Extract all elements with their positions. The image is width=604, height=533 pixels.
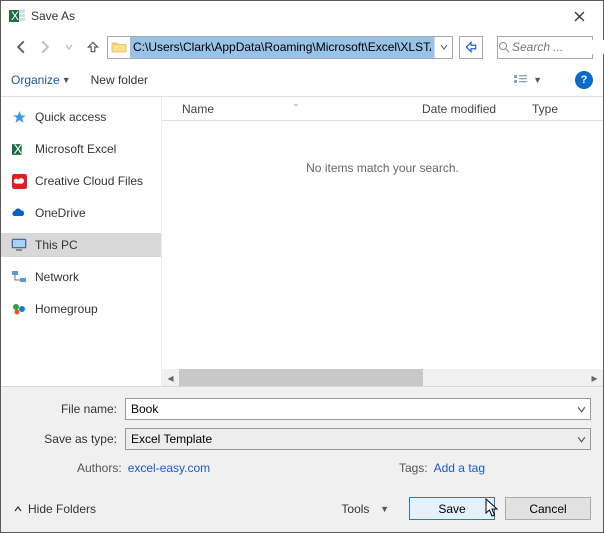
- search-input[interactable]: [510, 40, 604, 54]
- chevron-down-icon: ▼: [62, 75, 71, 85]
- address-input[interactable]: [130, 37, 434, 58]
- authors-value[interactable]: excel-easy.com: [128, 461, 210, 475]
- go-refresh-button[interactable]: [459, 36, 483, 59]
- onedrive-icon: [11, 205, 27, 221]
- folder-icon: [108, 37, 130, 58]
- chevron-down-icon: ▼: [533, 75, 542, 85]
- authors-label: Authors:: [77, 461, 122, 475]
- organize-menu[interactable]: Organize ▼: [11, 73, 71, 87]
- window-title: Save As: [31, 9, 559, 23]
- tools-menu[interactable]: Tools ▼: [341, 502, 389, 516]
- back-button[interactable]: [11, 37, 31, 57]
- star-icon: [11, 109, 27, 125]
- sidebar-item-creative-cloud[interactable]: Creative Cloud Files: [1, 169, 161, 193]
- save-type-value[interactable]: [126, 432, 572, 446]
- titlebar: X Save As: [1, 1, 603, 31]
- up-button[interactable]: [83, 37, 103, 57]
- file-metadata: Authors: excel-easy.com Tags: Add a tag: [13, 457, 591, 479]
- scroll-left-icon[interactable]: ◂: [162, 369, 179, 386]
- svg-text:X: X: [11, 9, 19, 23]
- toolbar: Organize ▼ New folder ▼ ?: [1, 63, 603, 97]
- excel-app-icon: X: [9, 8, 25, 24]
- nav-tree: Quick access X Microsoft Excel Creative …: [1, 97, 161, 386]
- sidebar-item-this-pc[interactable]: This PC: [1, 233, 161, 257]
- col-date[interactable]: Date modified: [422, 102, 532, 116]
- computer-icon: [11, 237, 27, 253]
- file-name-label: File name:: [13, 402, 125, 416]
- save-type-combo[interactable]: [125, 428, 591, 450]
- svg-text:X: X: [13, 142, 22, 156]
- col-type[interactable]: Type: [532, 102, 603, 116]
- view-icon: [513, 73, 529, 87]
- bottom-panel: File name: Save as type: Authors: excel-…: [1, 386, 603, 532]
- hide-folders-label: Hide Folders: [28, 502, 96, 516]
- sort-indicator-icon: ˆ: [294, 102, 298, 116]
- organize-label: Organize: [11, 73, 60, 87]
- address-history-dropdown[interactable]: [434, 37, 452, 58]
- tags-value[interactable]: Add a tag: [434, 461, 485, 475]
- sidebar-item-label: Homegroup: [35, 302, 98, 316]
- forward-button[interactable]: [35, 37, 55, 57]
- save-as-dialog: X Save As Organize ▼ New folder: [0, 0, 604, 533]
- footer: Hide Folders Tools ▼ Save Cancel: [13, 497, 591, 520]
- search-icon: [498, 41, 510, 53]
- file-name-input[interactable]: [126, 402, 572, 416]
- column-headers[interactable]: Name ˆ Date modified Type: [162, 97, 603, 121]
- excel-icon: X: [11, 141, 27, 157]
- chevron-up-icon: [13, 504, 23, 514]
- nav-bar: [1, 31, 603, 63]
- col-name[interactable]: Name: [182, 102, 214, 116]
- sidebar-item-label: This PC: [35, 238, 78, 252]
- close-button[interactable]: [559, 2, 599, 30]
- sidebar-item-onedrive[interactable]: OneDrive: [1, 201, 161, 225]
- hide-folders-toggle[interactable]: Hide Folders: [13, 502, 96, 516]
- body: Quick access X Microsoft Excel Creative …: [1, 97, 603, 386]
- scroll-thumb[interactable]: [179, 369, 423, 386]
- sidebar-item-excel[interactable]: X Microsoft Excel: [1, 137, 161, 161]
- file-name-combo[interactable]: [125, 398, 591, 420]
- chevron-down-icon[interactable]: [572, 405, 590, 414]
- sidebar-item-label: Creative Cloud Files: [35, 174, 143, 188]
- file-list-pane: Name ˆ Date modified Type No items match …: [161, 97, 603, 386]
- empty-message: No items match your search.: [162, 121, 603, 369]
- tools-label: Tools: [341, 502, 369, 516]
- chevron-down-icon: ▼: [380, 504, 389, 514]
- sidebar-item-label: OneDrive: [35, 206, 86, 220]
- search-box[interactable]: [497, 36, 593, 59]
- help-button[interactable]: ?: [575, 71, 593, 89]
- scroll-right-icon[interactable]: ▸: [586, 369, 603, 386]
- sidebar-item-homegroup[interactable]: Homegroup: [1, 297, 161, 321]
- sidebar-item-label: Microsoft Excel: [35, 142, 116, 156]
- save-button[interactable]: Save: [409, 497, 495, 520]
- sidebar-item-quick-access[interactable]: Quick access: [1, 105, 161, 129]
- network-icon: [11, 269, 27, 285]
- sidebar-item-network[interactable]: Network: [1, 265, 161, 289]
- chevron-down-icon[interactable]: [572, 435, 590, 444]
- sidebar-item-label: Network: [35, 270, 79, 284]
- save-type-label: Save as type:: [13, 432, 125, 446]
- scroll-track[interactable]: [179, 369, 586, 386]
- tags-label: Tags:: [399, 461, 428, 475]
- recent-dropdown[interactable]: [59, 37, 79, 57]
- creative-cloud-icon: [11, 173, 27, 189]
- view-options-button[interactable]: ▼: [510, 70, 545, 90]
- horizontal-scrollbar[interactable]: ◂ ▸: [162, 369, 603, 386]
- sidebar-item-label: Quick access: [35, 110, 106, 124]
- new-folder-button[interactable]: New folder: [91, 73, 148, 87]
- homegroup-icon: [11, 301, 27, 317]
- address-bar[interactable]: [107, 36, 453, 59]
- cancel-button[interactable]: Cancel: [505, 497, 591, 520]
